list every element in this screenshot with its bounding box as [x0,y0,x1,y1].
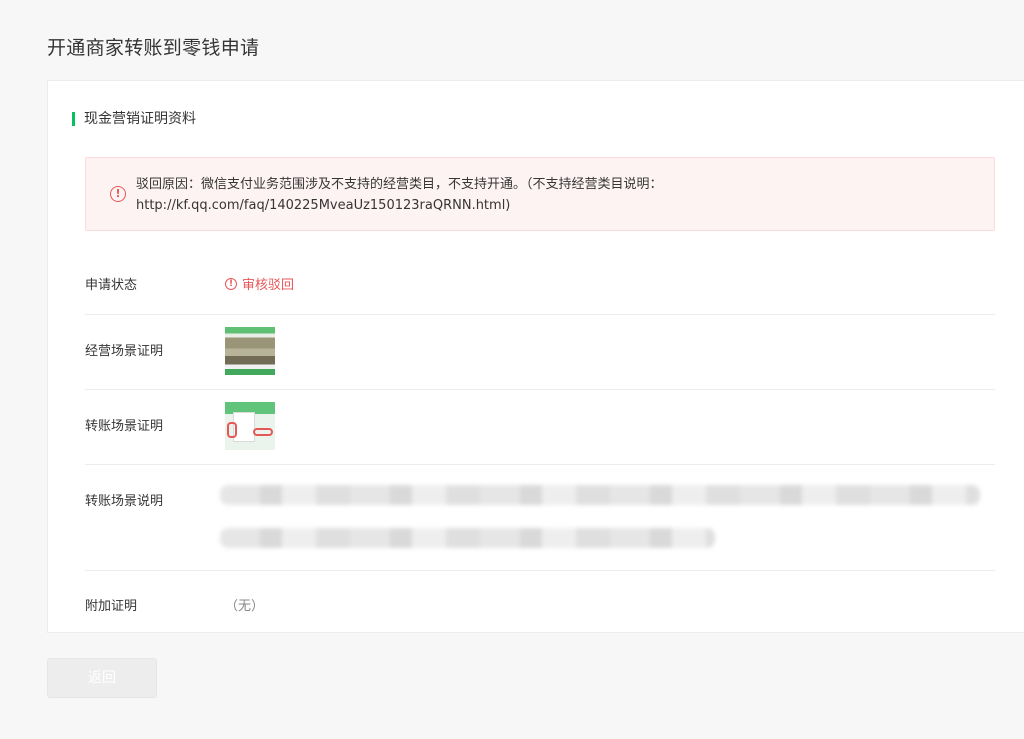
exclamation-circle-icon: ! [110,186,126,202]
status-text: 审核驳回 [242,278,295,293]
status-value: ! 审核驳回 [225,274,294,293]
transfer-desc-row: 转账场景说明 [85,465,995,571]
redacted-text [220,528,715,548]
additional-proof-row: 附加证明 （无） [85,571,995,631]
page-title: 开通商家转账到零钱申请 [47,37,260,59]
proof-card: 现金营销证明资料 ! 驳回原因：微信支付业务范围涉及不支持的经营类目，不支持开通… [47,80,1024,633]
transfer-scene-label: 转账场景证明 [85,419,164,434]
transfer-desc-label: 转账场景说明 [85,494,164,509]
business-scene-label: 经营场景证明 [85,344,164,359]
business-scene-row: 经营场景证明 [85,315,995,390]
back-button[interactable]: 返回 [47,658,157,698]
business-scene-image[interactable] [225,327,275,375]
business-scene-value [225,327,275,375]
transfer-scene-row: 转账场景证明 [85,390,995,465]
exclamation-circle-icon: ! [225,277,237,290]
status-row: 申请状态 ! 审核驳回 [85,251,995,315]
rejection-reason-link[interactable]: http://kf.qq.com/faq/140225MveaUz150123r… [136,195,976,216]
additional-proof-value: （无） [225,599,265,614]
transfer-scene-value [225,402,275,450]
redacted-text [220,485,980,505]
additional-proof-label: 附加证明 [85,599,138,614]
rejection-alert: ! 驳回原因：微信支付业务范围涉及不支持的经营类目，不支持开通。（不支持经营类目… [85,157,995,231]
section-title: 现金营销证明资料 [72,111,196,127]
rejection-reason: 驳回原因：微信支付业务范围涉及不支持的经营类目，不支持开通。（不支持经营类目说明… [136,174,976,216]
transfer-scene-image[interactable] [225,402,275,450]
rejection-reason-line1: 驳回原因：微信支付业务范围涉及不支持的经营类目，不支持开通。（不支持经营类目说明… [136,177,663,192]
status-label: 申请状态 [85,278,138,293]
